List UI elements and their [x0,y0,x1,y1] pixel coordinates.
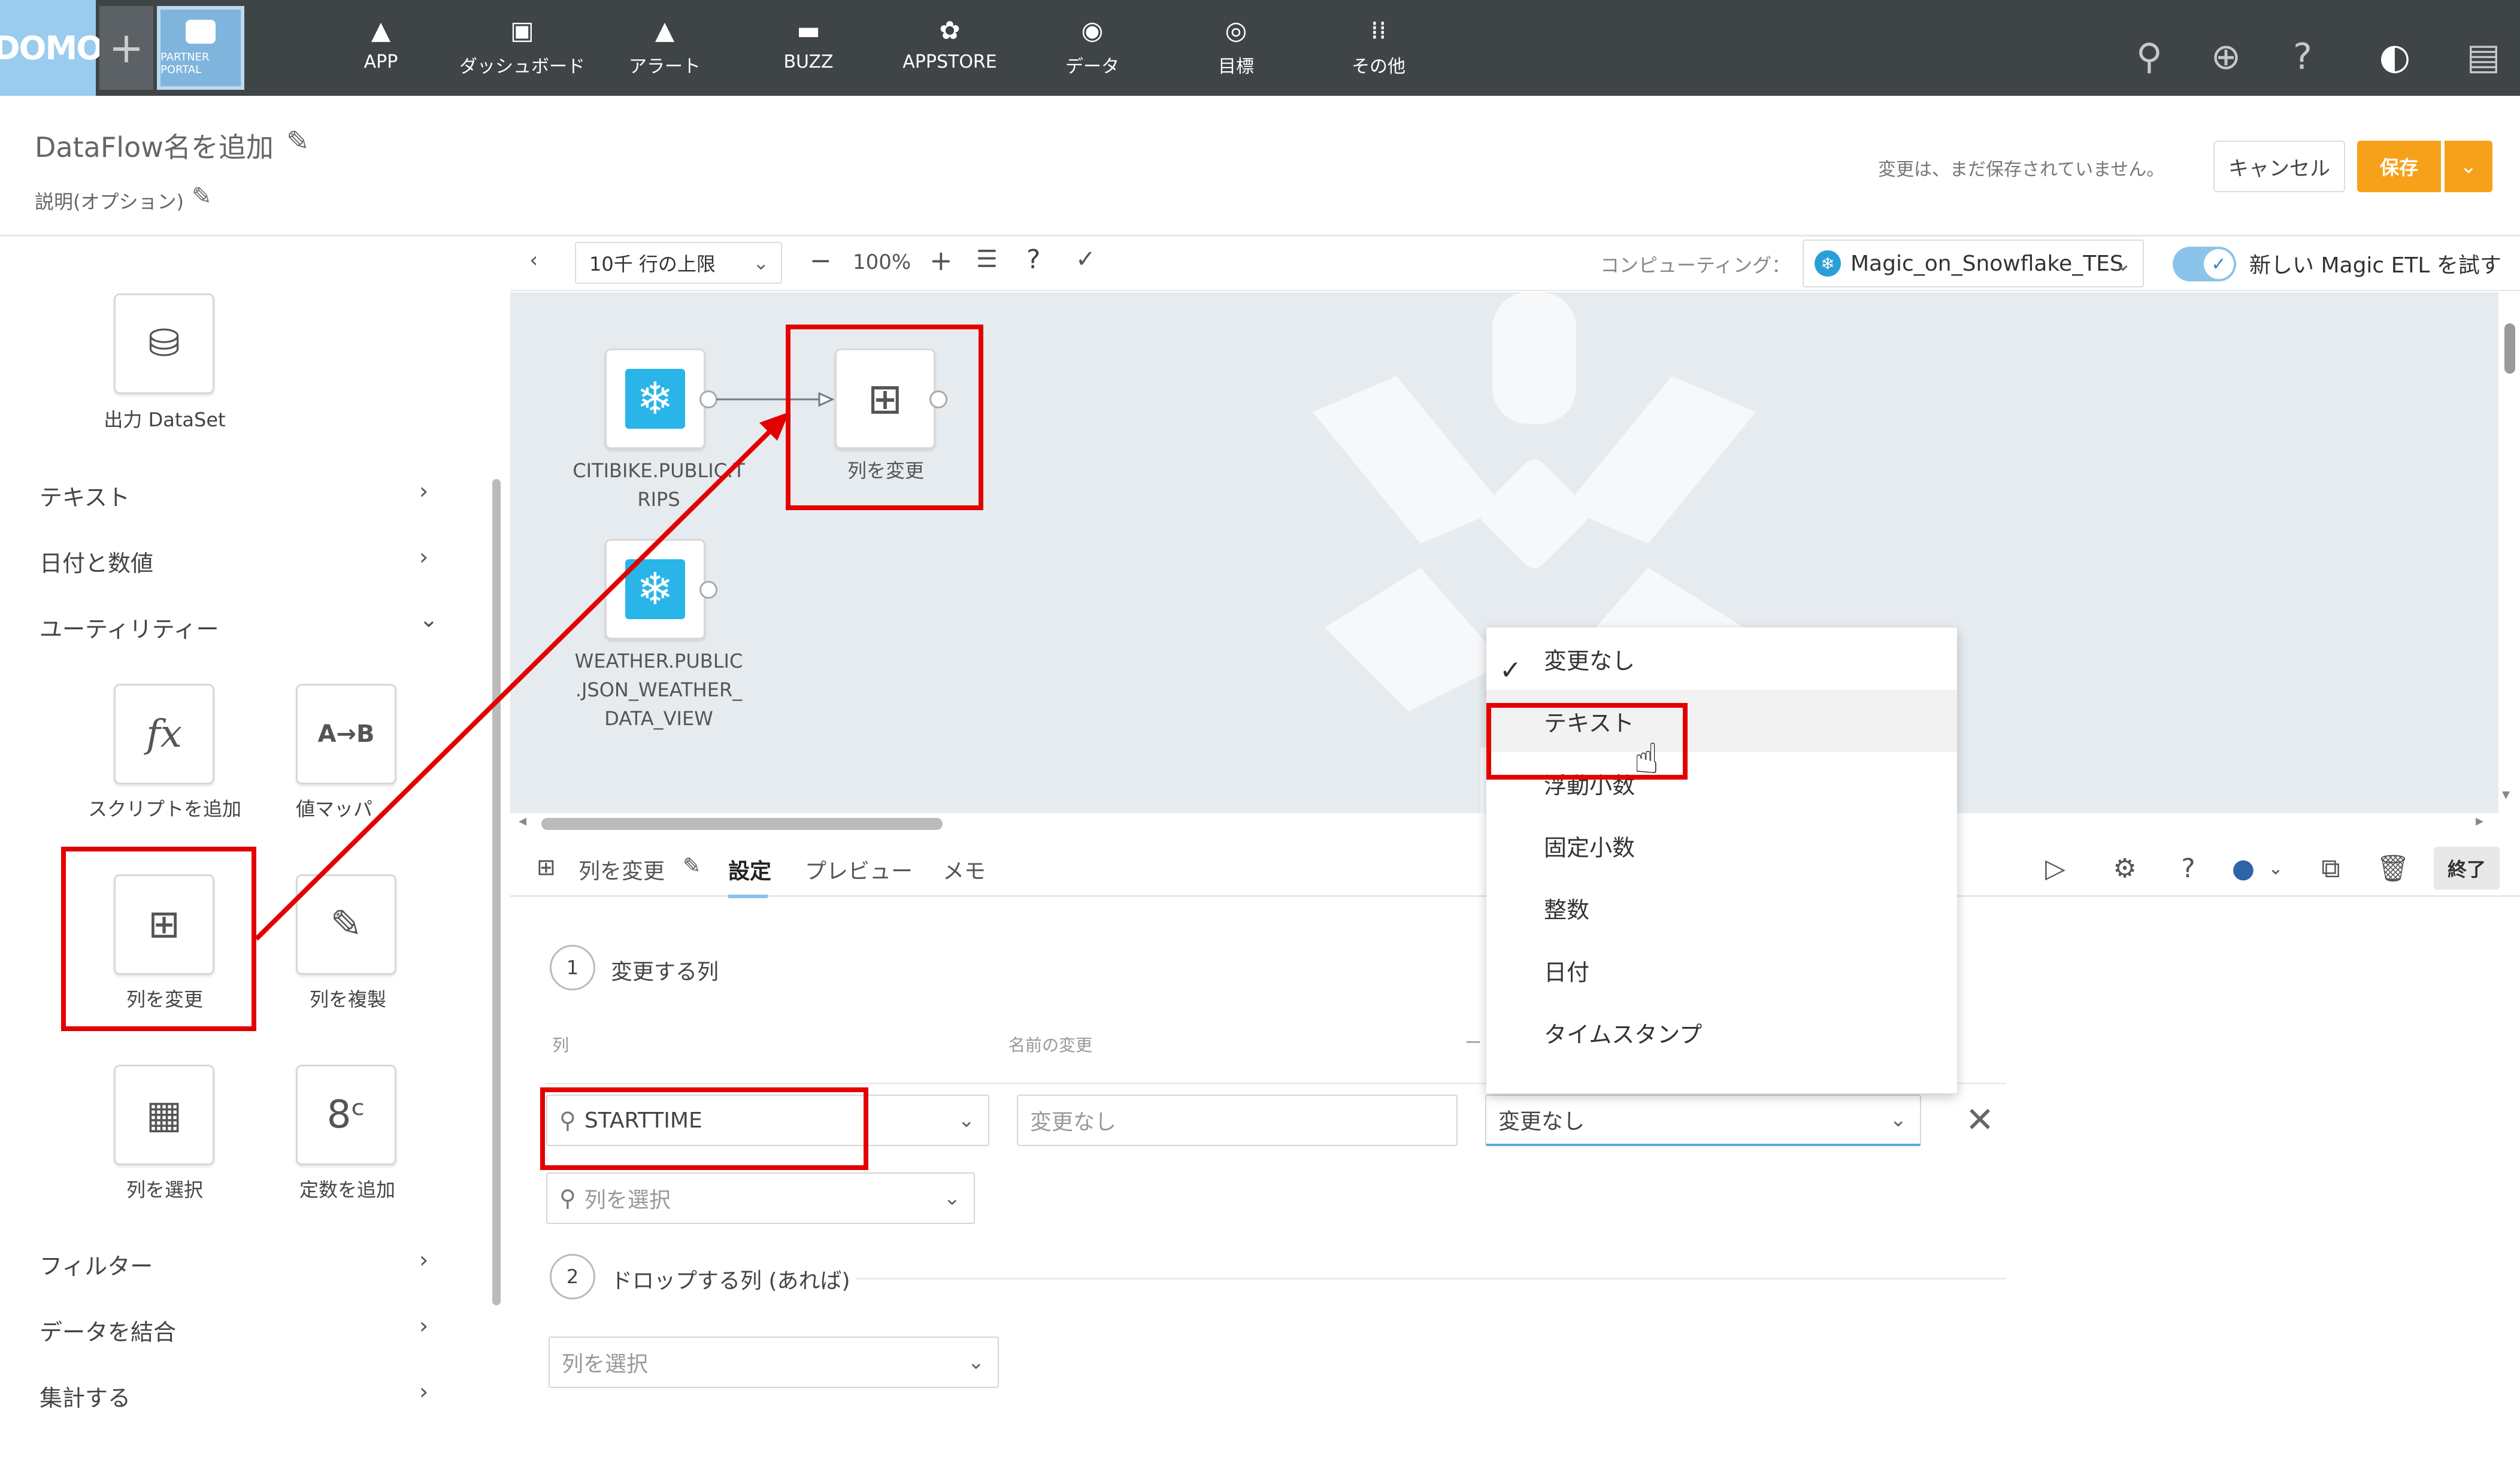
annotation-arrow [255,412,789,941]
